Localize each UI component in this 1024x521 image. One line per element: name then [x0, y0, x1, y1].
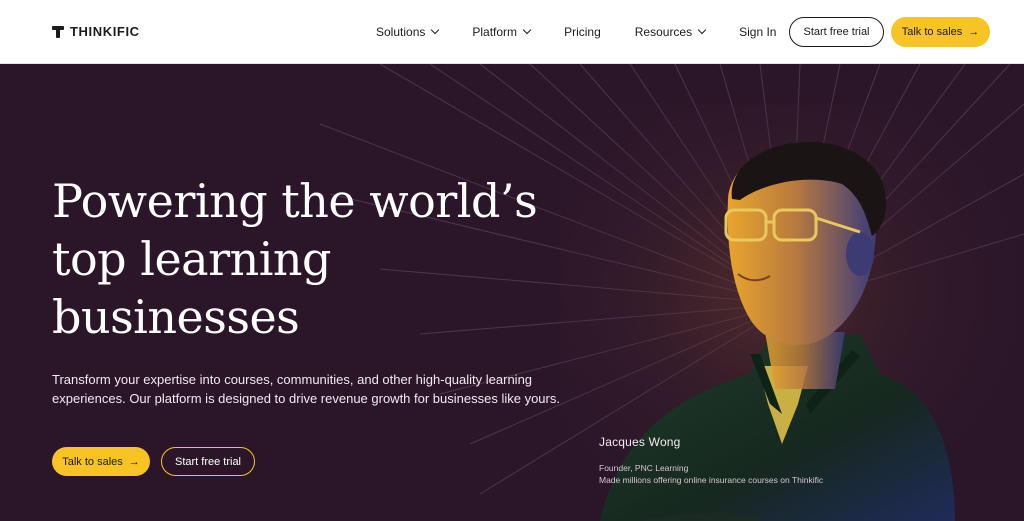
testimonial-role: Founder, PNC Learning: [599, 463, 689, 473]
nav-item-label: Platform: [472, 25, 518, 39]
nav-item-label: Solutions: [376, 25, 426, 39]
hero-section: Powering the world’s top learning busine…: [0, 64, 1024, 521]
button-label: Talk to sales: [62, 455, 123, 468]
testimonial-caption: Jacques Wong Founder, PNC Learning Made …: [599, 435, 823, 485]
testimonial-note: Made millions offering online insurance …: [599, 475, 824, 485]
hero-subcopy: Transform your expertise into courses, c…: [52, 372, 560, 406]
headline-line: Powering the world’s: [52, 174, 538, 228]
arrow-right-icon: →: [128, 455, 140, 468]
headline-line: businesses: [52, 290, 300, 344]
testimonial-name: Jacques Wong: [599, 435, 681, 449]
chevron-down-icon: [431, 25, 440, 35]
nav-item-solutions[interactable]: Solutions: [376, 25, 440, 39]
hero-talk-to-sales-button[interactable]: Talk to sales →: [52, 447, 150, 476]
chevron-down-icon: [522, 25, 532, 35]
top-navigation: THINKIFIC Solutions Platform Pricing Res…: [0, 0, 1024, 64]
nav-item-label: Sign In: [739, 25, 777, 39]
nav-item-sign-in[interactable]: Sign In: [739, 25, 776, 39]
brand-name: THINKIFIC: [70, 24, 140, 39]
nav-item-resources[interactable]: Resources: [634, 25, 707, 39]
chevron-down-icon: [697, 25, 707, 35]
nav-talk-to-sales-button[interactable]: Talk to sales →: [891, 17, 990, 47]
main-menu: Solutions Platform Pricing Resources Sig…: [376, 0, 810, 64]
nav-item-label: Pricing: [564, 25, 601, 39]
hero-start-free-trial-button[interactable]: Start free trial: [161, 447, 255, 476]
logo-icon: [52, 25, 64, 38]
nav-item-label: Resources: [634, 25, 693, 39]
brand-logo[interactable]: THINKIFIC: [52, 24, 140, 39]
button-label: Start free trial: [803, 26, 870, 38]
nav-item-platform[interactable]: Platform: [472, 25, 532, 39]
arrow-right-icon: →: [968, 26, 980, 38]
button-label: Talk to sales: [901, 26, 963, 38]
nav-start-free-trial-button[interactable]: Start free trial: [789, 17, 884, 47]
hero-headline: Powering the world’s top learning busine…: [52, 172, 612, 346]
headline-line: top learning: [52, 232, 332, 286]
button-label: Start free trial: [174, 455, 242, 468]
nav-item-pricing[interactable]: Pricing: [564, 25, 601, 39]
